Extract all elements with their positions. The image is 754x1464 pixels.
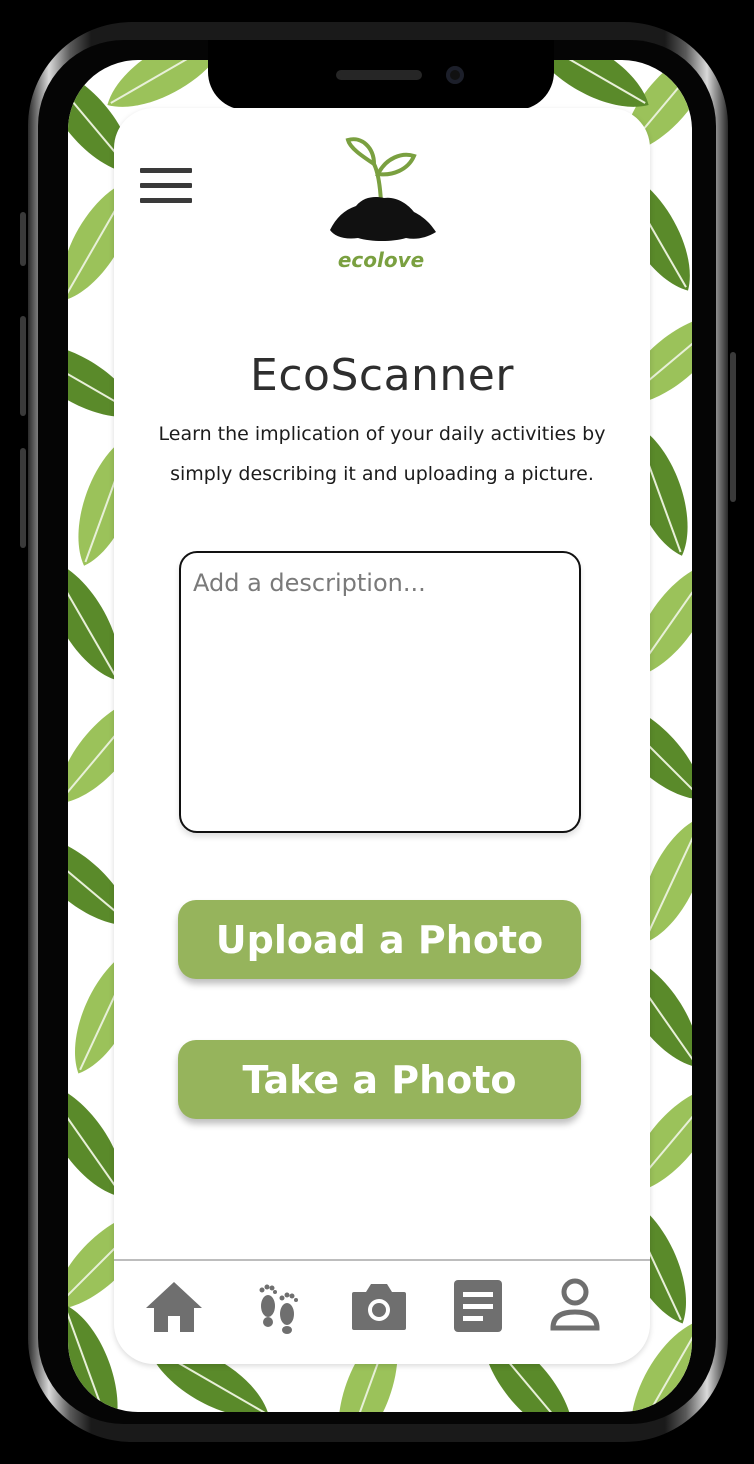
footprints-icon[interactable] bbox=[254, 1276, 302, 1336]
take-photo-button[interactable]: Take a Photo bbox=[178, 1040, 581, 1119]
menu-button[interactable] bbox=[140, 168, 192, 204]
mute-switch bbox=[20, 212, 26, 266]
description-input[interactable] bbox=[179, 551, 581, 833]
camera-icon[interactable] bbox=[350, 1276, 408, 1336]
upload-photo-button[interactable]: Upload a Photo bbox=[178, 900, 581, 979]
logo-text: ecolove bbox=[337, 248, 425, 272]
page-subtitle: Learn the implication of your daily acti… bbox=[158, 423, 606, 485]
power-button bbox=[730, 352, 736, 502]
speaker bbox=[336, 70, 422, 80]
home-icon[interactable] bbox=[144, 1276, 204, 1336]
volume-up-button bbox=[20, 316, 26, 416]
user-icon[interactable] bbox=[548, 1276, 602, 1336]
volume-down-button bbox=[20, 448, 26, 548]
bottom-nav-divider bbox=[114, 1259, 650, 1261]
page-title: EcoScanner bbox=[250, 350, 514, 401]
document-icon[interactable] bbox=[452, 1276, 504, 1336]
front-camera bbox=[446, 66, 464, 84]
